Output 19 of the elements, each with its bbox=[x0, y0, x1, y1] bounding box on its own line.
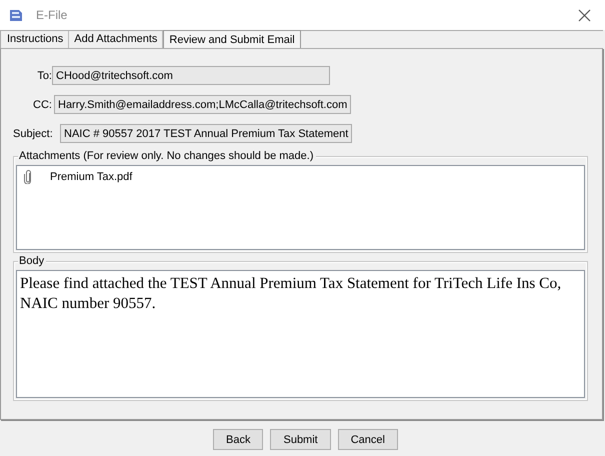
dialog-button[interactable]: Cancel bbox=[338, 429, 398, 450]
input-field[interactable]: CHood@tritechsoft.com bbox=[52, 66, 330, 85]
tab[interactable]: Review and Submit Email bbox=[163, 30, 301, 48]
dialog-button[interactable]: Submit bbox=[270, 429, 331, 450]
attachment-item[interactable]: Premium Tax.pdf bbox=[50, 171, 132, 183]
dialog-button[interactable]: Back bbox=[213, 429, 264, 450]
field-label: Subject: bbox=[13, 128, 52, 140]
window-title: E-File bbox=[36, 8, 68, 22]
group-title: Body bbox=[18, 254, 46, 268]
app-icon bbox=[8, 7, 24, 23]
body-text-area[interactable]: Please find attached the TEST Annual Premium Tax Statement for TriTech Life Ins Co, NAIC number 90557. bbox=[16, 270, 585, 398]
paperclip-icon bbox=[24, 170, 32, 184]
field-label: To: bbox=[36, 70, 52, 82]
tab[interactable]: Instructions bbox=[2, 31, 70, 48]
field-label: CC: bbox=[32, 98, 52, 110]
close-icon[interactable] bbox=[578, 8, 591, 22]
input-field[interactable]: NAIC # 90557 2017 TEST Annual Premium Tax Statement bbox=[60, 124, 352, 143]
input-field[interactable]: Harry.Smith@emailaddress.com;LMcCalla@tritechsoft.com bbox=[54, 95, 352, 114]
group-title: Attachments (For review only. No changes should be made.) bbox=[18, 149, 316, 163]
